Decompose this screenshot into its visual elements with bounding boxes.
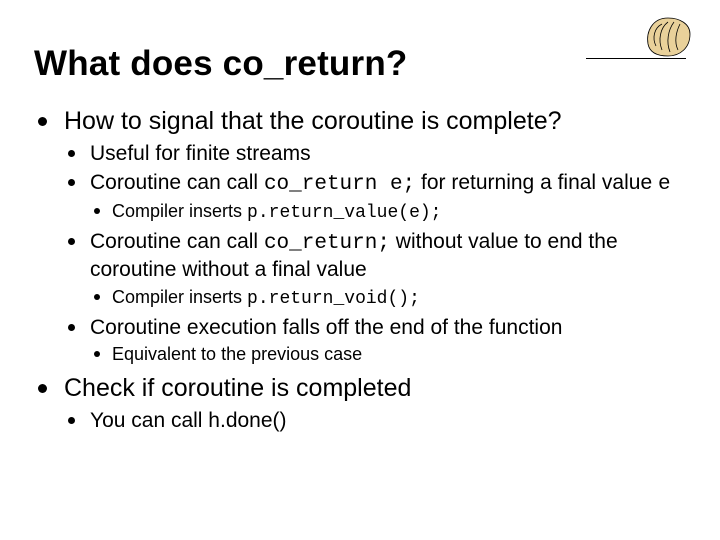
code-span: co_return; bbox=[264, 232, 390, 255]
bullet-text: You can call h.done() bbox=[90, 409, 287, 432]
bullet-l3: Compiler inserts p.return_void(); bbox=[90, 286, 686, 311]
bullet-l3: Compiler inserts p.return_value(e); bbox=[90, 200, 686, 225]
slide: What does co_return? How to signal that … bbox=[0, 0, 720, 540]
bullet-l2: Coroutine can call co_return e; for retu… bbox=[64, 170, 686, 226]
bullet-l1: Check if coroutine is completed You can … bbox=[34, 373, 686, 435]
bullet-l2: Coroutine can call co_return; without va… bbox=[64, 229, 686, 311]
bullet-text: Coroutine can call bbox=[90, 230, 264, 253]
code-span: co_return e; bbox=[264, 173, 415, 196]
bullet-l2: You can call h.done() bbox=[64, 408, 686, 434]
bullet-list: How to signal that the coroutine is comp… bbox=[34, 106, 686, 434]
bullet-text: Check if coroutine is completed bbox=[64, 374, 411, 402]
code-span: p.return_void(); bbox=[247, 289, 420, 309]
code-span: p.return_value(e); bbox=[247, 203, 441, 223]
bullet-text: Coroutine can call bbox=[90, 171, 264, 194]
code-span: e bbox=[658, 173, 671, 196]
bullet-l3: Equivalent to the previous case bbox=[90, 343, 686, 366]
bullet-text: Useful for finite streams bbox=[90, 142, 311, 165]
bullet-l2: Coroutine execution falls off the end of… bbox=[64, 315, 686, 367]
bullet-text: Compiler inserts bbox=[112, 287, 247, 307]
bullet-text: Coroutine execution falls off the end of… bbox=[90, 316, 562, 339]
bullet-text: for returning a final value bbox=[415, 171, 658, 194]
bullet-text: Compiler inserts bbox=[112, 201, 247, 221]
bullet-text: Equivalent to the previous case bbox=[112, 344, 362, 364]
slide-title: What does co_return? bbox=[34, 44, 686, 84]
title-rule bbox=[586, 58, 686, 59]
bullet-text: How to signal that the coroutine is comp… bbox=[64, 107, 562, 135]
bullet-l1: How to signal that the coroutine is comp… bbox=[34, 106, 686, 367]
bullet-l2: Useful for finite streams bbox=[64, 141, 686, 167]
